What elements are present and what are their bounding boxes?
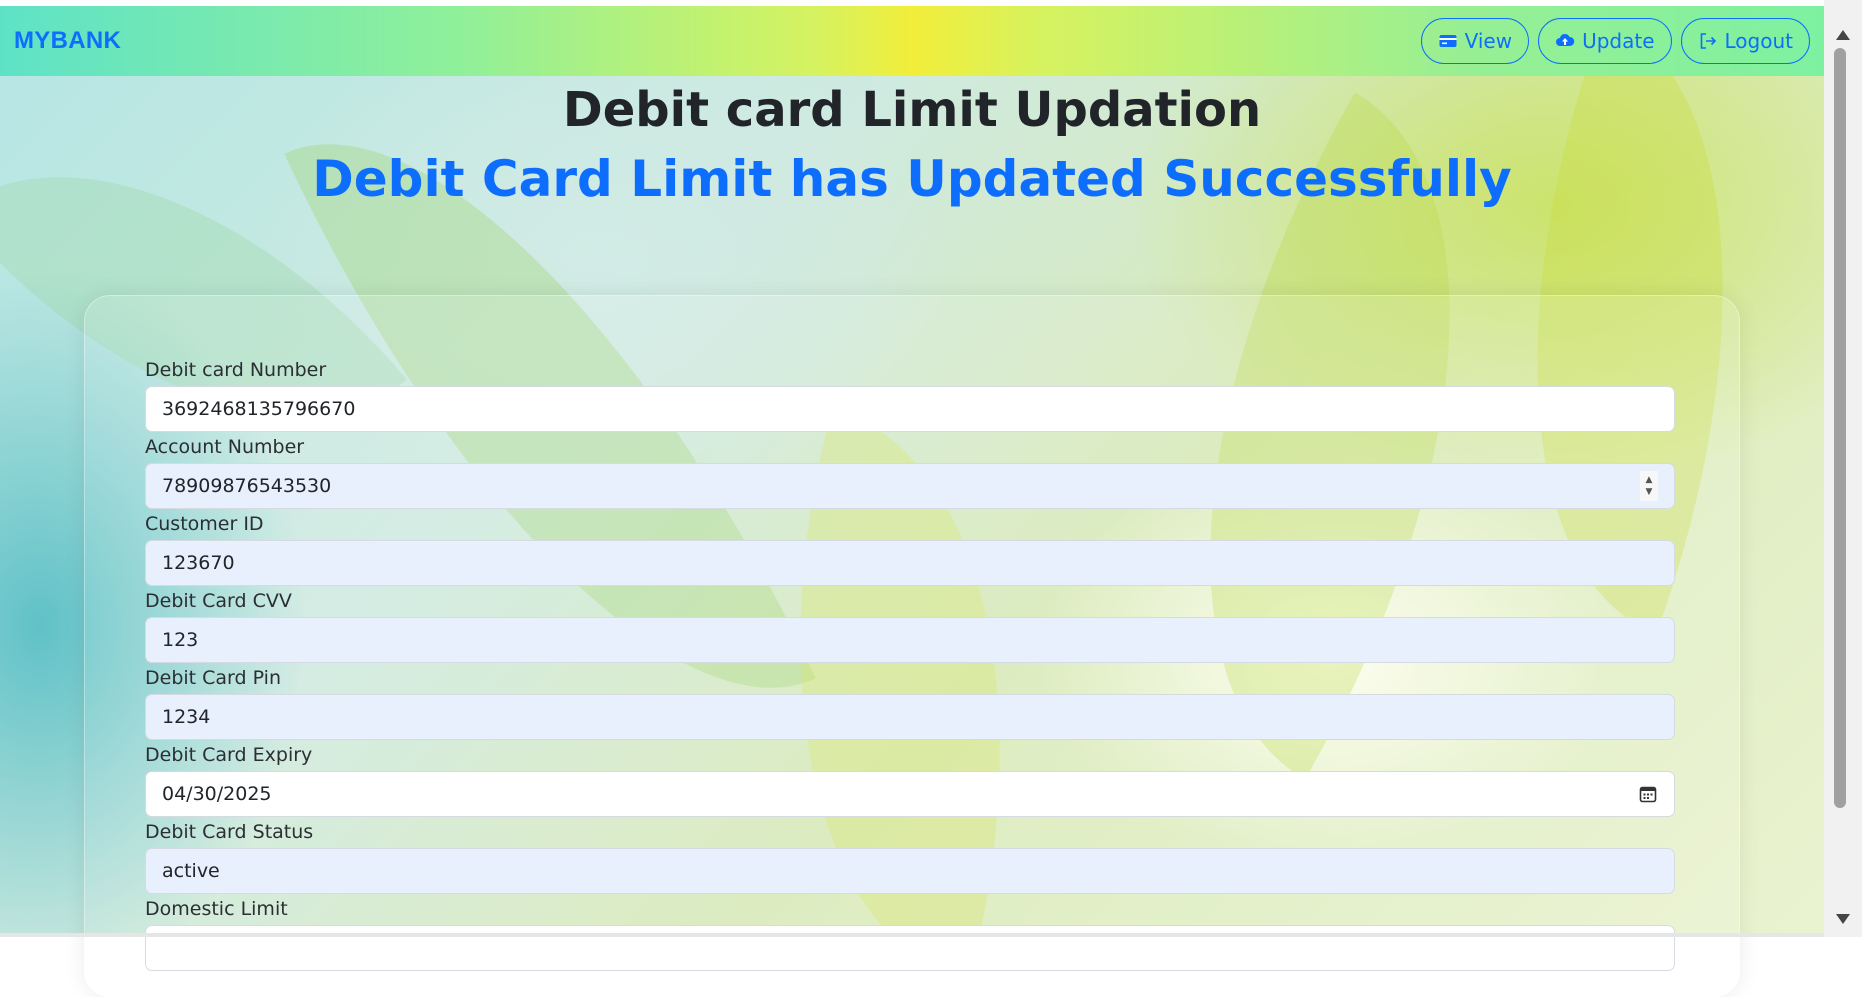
debit-card-form: Debit card Number 3692468135796670 Accou… — [145, 355, 1675, 971]
domestic-limit-input[interactable] — [145, 925, 1675, 971]
debit-card-pin-input[interactable]: 1234 — [145, 694, 1675, 740]
debit-card-number-input[interactable]: 3692468135796670 — [145, 386, 1675, 432]
field-debit-card-expiry: Debit Card Expiry 04/30/2025 — [145, 740, 1675, 817]
debit-card-expiry-input[interactable]: 04/30/2025 — [145, 771, 1675, 817]
field-value: 3692468135796670 — [162, 398, 356, 420]
field-debit-card-status: Debit Card Status active — [145, 817, 1675, 894]
number-stepper-icon[interactable]: ▲ ▼ — [1640, 471, 1658, 501]
field-value: 1234 — [162, 706, 211, 728]
logout-icon — [1700, 33, 1716, 49]
cloud-upload-icon — [1556, 33, 1575, 46]
field-value: 04/30/2025 — [162, 783, 272, 805]
field-label: Customer ID — [145, 513, 264, 535]
window-bottom-edge — [0, 933, 1824, 937]
field-label: Debit Card Status — [145, 821, 314, 843]
field-label: Debit Card CVV — [145, 590, 292, 612]
brand-logo[interactable]: MYBANK — [14, 27, 121, 55]
field-debit-card-pin: Debit Card Pin 1234 — [145, 663, 1675, 740]
field-account-number: Account Number 78909876543530 ▲ ▼ — [145, 432, 1675, 509]
update-button-label: Update — [1582, 29, 1655, 53]
field-customer-id: Customer ID 123670 — [145, 509, 1675, 586]
field-value: 123 — [162, 629, 199, 651]
field-label: Debit Card Expiry — [145, 744, 313, 766]
update-button[interactable]: Update — [1538, 18, 1672, 64]
field-value: active — [162, 860, 220, 882]
window-scrollbar[interactable] — [1824, 0, 1862, 937]
debit-card-status-input[interactable]: active — [145, 848, 1675, 894]
field-debit-card-number: Debit card Number 3692468135796670 — [145, 355, 1675, 432]
logout-button-label: Logout — [1724, 29, 1793, 53]
logout-button[interactable]: Logout — [1680, 18, 1810, 64]
account-number-input[interactable]: 78909876543530 ▲ ▼ — [145, 463, 1675, 509]
top-navbar: MYBANK View Update Logout — [0, 6, 1824, 76]
debit-card-cvv-input[interactable]: 123 — [145, 617, 1675, 663]
calendar-icon[interactable] — [1638, 784, 1658, 804]
field-label: Domestic Limit — [145, 898, 288, 920]
view-button-label: View — [1464, 29, 1513, 53]
success-message: Debit Card Limit has Updated Successfull… — [312, 150, 1512, 208]
scrollbar-thumb[interactable] — [1834, 48, 1846, 808]
field-debit-card-cvv: Debit Card CVV 123 — [145, 586, 1675, 663]
field-label: Debit Card Pin — [145, 667, 281, 689]
card-icon — [1439, 35, 1457, 47]
scroll-down-icon[interactable] — [1836, 914, 1850, 924]
view-button[interactable]: View — [1420, 18, 1530, 64]
field-value: 78909876543530 — [162, 475, 332, 497]
page-title: Debit card Limit Updation — [562, 82, 1262, 138]
nav-actions: View Update Logout — [1420, 18, 1810, 64]
customer-id-input[interactable]: 123670 — [145, 540, 1675, 586]
field-value: 123670 — [162, 552, 235, 574]
field-label: Account Number — [145, 436, 305, 458]
scroll-up-icon[interactable] — [1836, 30, 1850, 40]
field-label: Debit card Number — [145, 359, 327, 381]
